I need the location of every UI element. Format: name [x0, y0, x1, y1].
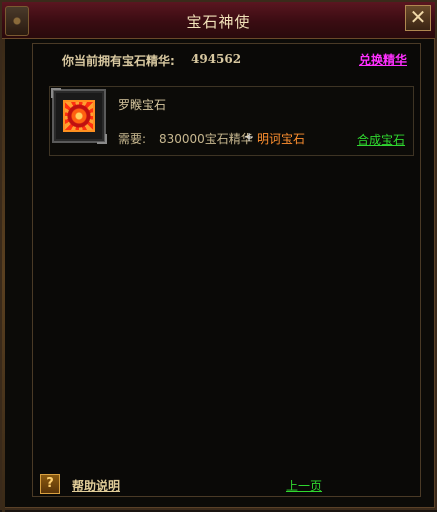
- gem-envoy-window: 宝石神使 ✕ 你当前拥有宝石精华: 494562 兑换精华 罗睺宝石 需要: 8…: [0, 0, 437, 512]
- question-icon: ?: [46, 476, 54, 491]
- help-link[interactable]: 帮助说明: [72, 477, 120, 494]
- gem-slot[interactable]: [51, 88, 107, 144]
- requirement-plus: +: [244, 130, 255, 144]
- gem-recipe-card: 罗睺宝石 需要: 830000宝石精华 + 明诃宝石 合成宝石: [49, 86, 414, 156]
- essence-row: 你当前拥有宝石精华: 494562 兑换精华: [33, 44, 420, 74]
- window-frame-edge: [2, 38, 5, 512]
- help-button[interactable]: ?: [40, 474, 60, 494]
- content-panel: 你当前拥有宝石精华: 494562 兑换精华 罗睺宝石 需要: 830000宝石…: [32, 43, 421, 497]
- red-gem-icon: [63, 100, 95, 132]
- gem-name: 罗睺宝石: [118, 98, 167, 112]
- requirement-label: 需要:: [118, 132, 147, 146]
- close-icon: ✕: [409, 5, 427, 29]
- window-title: 宝石神使: [186, 13, 251, 31]
- requirement-cost: 830000宝石精华: [159, 132, 253, 146]
- essence-label: 你当前拥有宝石精华:: [62, 54, 175, 68]
- previous-page-link[interactable]: 上一页: [286, 477, 322, 494]
- close-button[interactable]: ✕: [405, 5, 431, 31]
- requirement-item[interactable]: 明诃宝石: [257, 130, 305, 147]
- essence-value: 494562: [191, 52, 242, 66]
- exchange-essence-link[interactable]: 兑换精华: [359, 51, 407, 68]
- synthesize-gem-link[interactable]: 合成宝石: [357, 131, 405, 148]
- title-bar[interactable]: 宝石神使 ✕: [2, 2, 435, 39]
